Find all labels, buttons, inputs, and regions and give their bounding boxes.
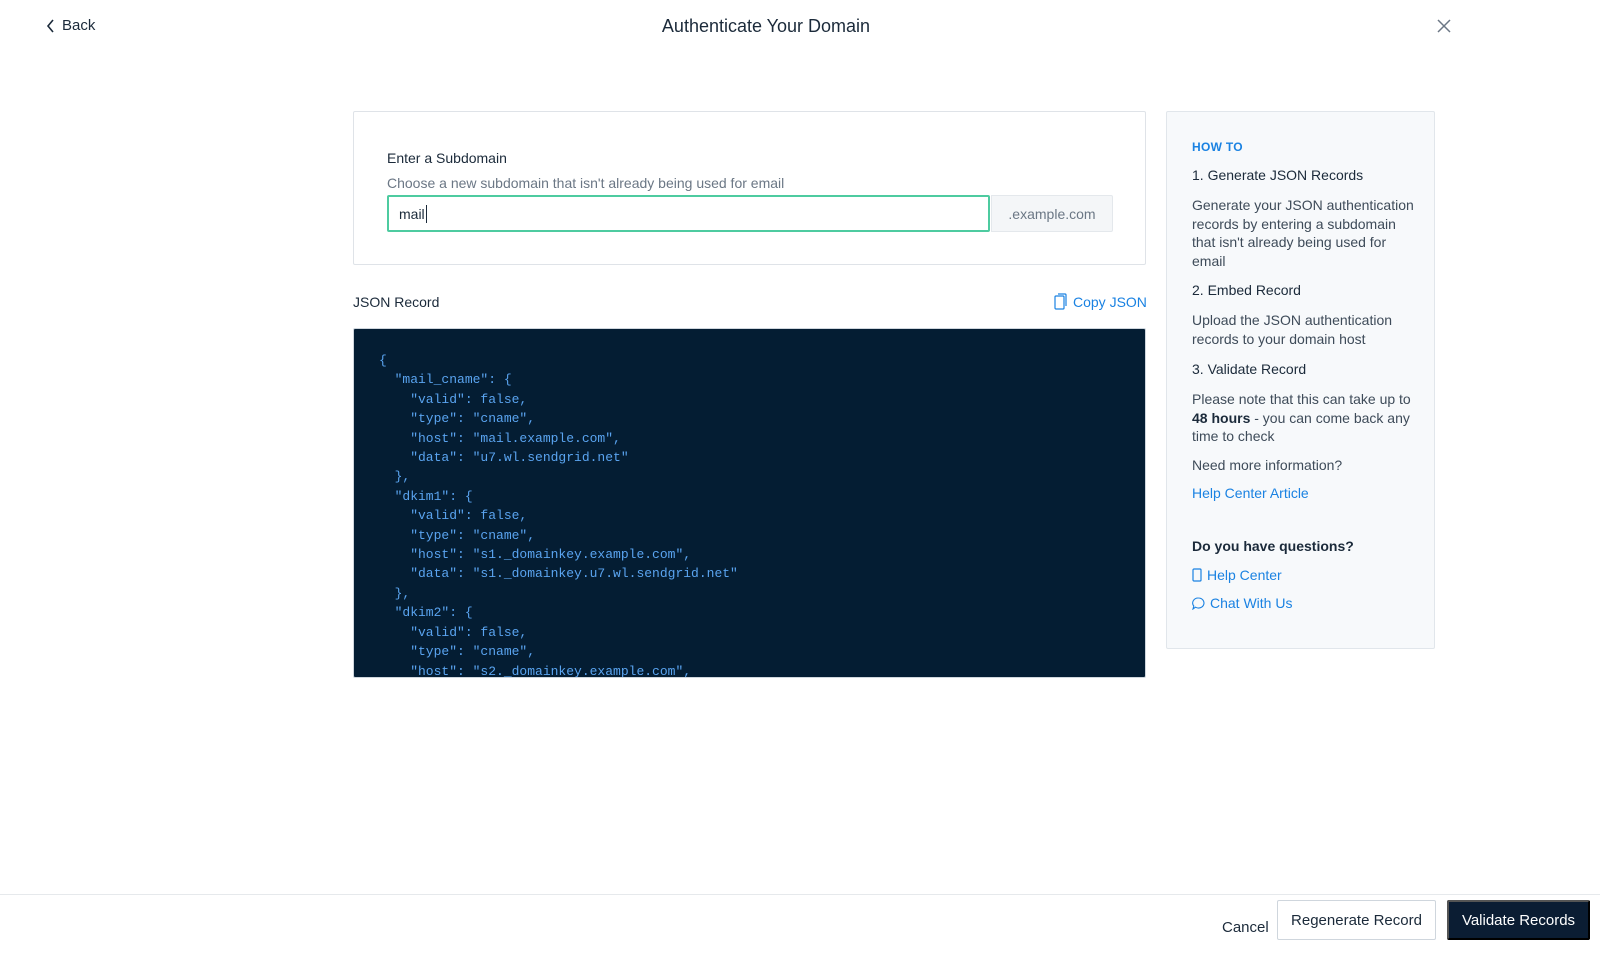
close-icon[interactable] [1434, 16, 1454, 36]
chat-with-us-label: Chat With Us [1210, 595, 1293, 611]
domain-suffix: .example.com [991, 195, 1113, 232]
step3-title: 3. Validate Record [1192, 361, 1307, 377]
step1-title: 1. Generate JSON Records [1192, 167, 1364, 183]
copy-json-label: Copy JSON [1073, 293, 1147, 310]
book-icon [1192, 568, 1202, 582]
json-record-label: JSON Record [353, 294, 440, 310]
subdomain-card: Enter a Subdomain Choose a new subdomain… [353, 111, 1146, 265]
more-info-text: Need more information? [1192, 457, 1343, 473]
help-center-link[interactable]: Help Center [1192, 567, 1282, 583]
regenerate-record-button[interactable]: Regenerate Record [1277, 900, 1436, 940]
validate-records-button[interactable]: Validate Records [1447, 900, 1590, 940]
step2-body: Upload the JSON authentication records t… [1192, 312, 1393, 347]
help-center-article-link[interactable]: Help Center Article [1192, 485, 1309, 501]
subdomain-input[interactable]: mail [387, 195, 990, 232]
top-bar: Back Authenticate Your Domain [0, 0, 1600, 56]
page-title: Authenticate Your Domain [661, 16, 871, 36]
step3-hours: 48 hours [1192, 409, 1251, 426]
help-center-label: Help Center [1207, 567, 1282, 583]
copy-icon [1054, 293, 1067, 310]
copy-json-button[interactable]: Copy JSON [1054, 293, 1147, 310]
subdomain-help-text: Choose a new subdomain that isn't alread… [387, 175, 785, 191]
subdomain-input-value: mail [399, 205, 425, 222]
cancel-button[interactable]: Cancel [1222, 919, 1269, 936]
text-caret [425, 204, 427, 223]
footer-bar: Cancel Regenerate Record Validate Record… [0, 894, 1600, 965]
subdomain-label: Enter a Subdomain [387, 150, 507, 166]
chat-bubble-icon [1192, 596, 1205, 610]
how-to-heading: HOW TO [1192, 140, 1243, 154]
chat-with-us-link[interactable]: Chat With Us [1192, 595, 1292, 611]
questions-heading: Do you have questions? [1192, 538, 1354, 554]
step1-body: Generate your JSON authentication record… [1192, 197, 1414, 269]
step2-title: 2. Embed Record [1192, 282, 1301, 298]
json-code-block[interactable]: { "mail_cname": { "valid": false, "type"… [353, 328, 1146, 678]
json-code: { "mail_cname": { "valid": false, "type"… [379, 353, 738, 678]
step3-body: Please note that this can take up to 48 … [1192, 391, 1411, 444]
how-to-panel: HOW TO 1. Generate JSON Records Generate… [1166, 111, 1435, 649]
